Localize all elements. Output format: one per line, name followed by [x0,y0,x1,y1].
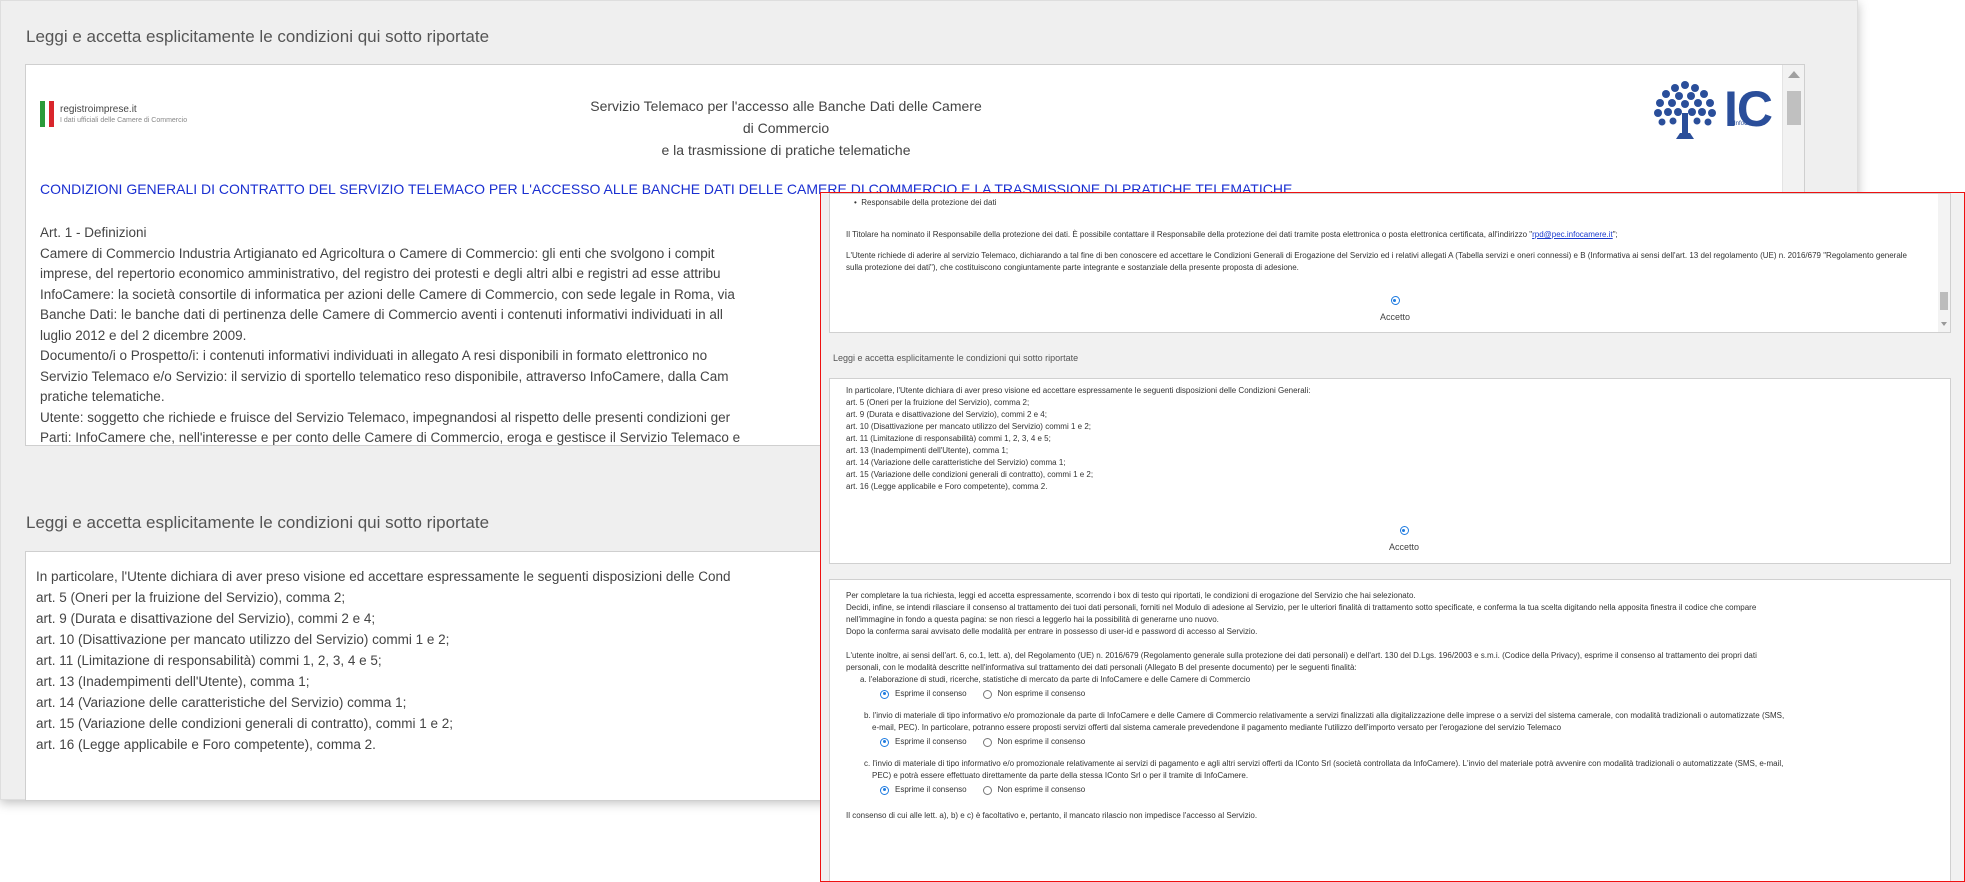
consent-b-no-label: Non esprime il consenso [997,737,1086,746]
dpo-paragraph: Il Titolare ha nominato il Responsabile … [846,230,1618,239]
consent-footer: Il consenso di cui alle lett. a), b) e c… [846,811,1258,820]
clause-line: art. 5 (Oneri per la fruizione del Servi… [846,398,1030,407]
consent-intro: Per completare la tua richiesta, leggi e… [846,590,1936,822]
consent-c-yes-radio[interactable] [880,785,889,795]
clause-line: art. 14 (Variazione delle caratteristich… [36,695,407,710]
consent-item-c: c. l'invio di materiale di tipo informat… [864,759,1784,780]
overlay-heading: Leggi e accetta esplicitamente le condiz… [833,353,1079,363]
scrollbar-thumb[interactable] [1787,91,1801,125]
italian-flag-icon [40,101,55,127]
accept-radio-1[interactable] [1390,296,1400,306]
consent-a-yes-label: Esprime il consenso [895,689,967,698]
clause-line: In particolare, l'Utente dichiara di ave… [36,569,731,584]
consent-b-yes-radio[interactable] [880,737,889,747]
consent-choice-c[interactable]: Esprime il consenso Non esprime il conse… [880,784,1936,796]
consent-c-no-label: Non esprime il consenso [997,785,1086,794]
privacy-box-scrollbar[interactable] [1938,194,1950,332]
scroll-up-arrow-icon[interactable] [1788,71,1800,78]
scrollbar-thumb[interactable] [1940,292,1948,310]
ic-logo-sub: InfoCamere [1734,121,1766,127]
registro-imprese-logo: registroimprese.it I dati ufficiali dell… [40,101,187,127]
conditions-heading-1: Leggi e accetta esplicitamente le condiz… [26,27,490,46]
tree-icon [1654,81,1716,139]
clause-line: art. 16 (Legge applicabile e Foro compet… [36,737,376,752]
clause-line: art. 15 (Variazione delle condizioni gen… [36,716,453,731]
clause-line: art. 9 (Durata e disattivazione del Serv… [846,410,1047,419]
service-title: Servizio Telemaco per l'accesso alle Ban… [590,98,982,158]
consent-box: Per completare la tua richiesta, leggi e… [829,579,1951,881]
consent-choice-a[interactable]: Esprime il consenso Non esprime il conse… [880,688,1936,700]
clause-line: art. 15 (Variazione delle condizioni gen… [846,470,1094,479]
accept-label-2: Accetto [1388,542,1419,552]
dpo-email-link[interactable]: rpd@pec.infocamere.it [1532,230,1613,239]
clause-line: art. 14 (Variazione delle caratteristich… [846,458,1066,467]
clause-line: art. 5 (Oneri per la fruizione del Servi… [36,590,346,605]
accept-label-1: Accetto [1379,312,1410,322]
conditions-heading-2: Leggi e accetta esplicitamente le condiz… [26,513,490,532]
specific-clauses-text: In particolare, l'Utente dichiara di ave… [36,566,730,755]
clause-line: art. 11 (Limitazione di responsabilità) … [846,434,1051,443]
accept-radio-2[interactable] [1399,526,1409,536]
consent-item-a: a. l'elaborazione di studi, ricerche, st… [860,675,1251,684]
consent-a-no-radio[interactable] [982,689,992,699]
consent-c-yes-label: Esprime il consenso [895,785,967,794]
infocamere-logo: IC InfoCamere [1646,75,1773,143]
clause-line: art. 16 (Legge applicabile e Foro compet… [846,482,1048,491]
accept-option-2[interactable]: Accetto [1369,522,1439,552]
clauses-box: In particolare, l'Utente dichiara di ave… [829,378,1951,564]
privacy-scroll-box[interactable]: • Responsabile della protezione dei dati… [829,193,1951,333]
adhesion-paragraph: L'Utente richiede di aderire al servizio… [846,251,1907,272]
consent-item-b: b. l'invio di materiale di tipo informat… [864,711,1785,732]
clause-line: art. 11 (Limitazione di responsabilità) … [36,653,382,668]
clauses-list: In particolare, l'Utente dichiara di ave… [846,385,1310,493]
consent-a-yes-radio[interactable] [880,689,889,699]
registro-logo-name: registroimprese.it [60,104,137,115]
clause-line: art. 10 (Disattivazione per mancato util… [846,422,1091,431]
overlay-conditions-panel: • Responsabile della protezione dei dati… [820,192,1965,882]
registro-logo-sub: I dati ufficiali delle Camere di Commerc… [60,117,188,124]
clause-line: art. 9 (Durata e disattivazione del Serv… [36,611,376,626]
consent-b-yes-label: Esprime il consenso [895,737,967,746]
clause-line: art. 10 (Disattivazione per mancato util… [36,632,450,647]
consent-b-no-radio[interactable] [982,737,992,747]
clause-line: art. 13 (Inadempimenti dell'Utente), com… [36,674,310,689]
ic-logo-text: IC [1724,81,1773,137]
consent-choice-b[interactable]: Esprime il consenso Non esprime il conse… [880,736,1936,748]
bullet-item: • Responsabile della protezione dei dati [854,198,997,207]
accept-option-1[interactable]: Accetto [1360,292,1430,322]
clause-line: In particolare, l'Utente dichiara di ave… [846,386,1311,395]
clause-line: art. 13 (Inadempimenti dell'Utente), com… [846,446,1009,455]
consent-c-no-radio[interactable] [982,785,992,795]
consent-a-no-label: Non esprime il consenso [997,689,1086,698]
scroll-down-arrow-icon[interactable] [1941,322,1947,326]
